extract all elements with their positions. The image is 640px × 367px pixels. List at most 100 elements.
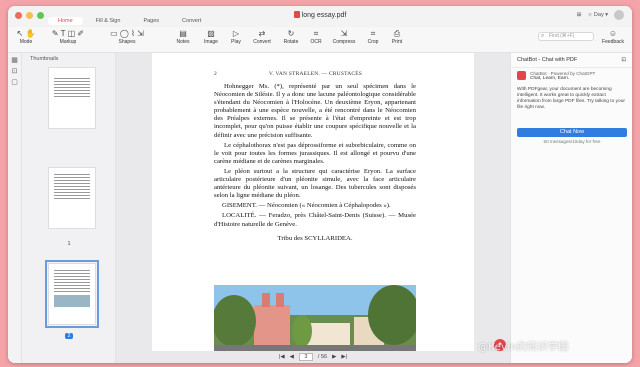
localite-line: LOCALITÉ. — Feradzo, près Châtel-Saint-D…: [214, 212, 416, 228]
search-placeholder: Find (⌘+F): [549, 33, 575, 39]
pdf-file-icon: [293, 11, 300, 18]
thumbnail-label: 2: [22, 333, 116, 339]
main-toolbar: ↖ ✋ Mode ✎ T ◫ ✐ Markup ▭ ◯ ⌇ ⇲ Shapes ▤ Not…: [8, 27, 632, 53]
markup-icons: ✎ T ◫ ✐: [51, 29, 85, 38]
rotate-icon: ↻: [287, 29, 295, 38]
note-icon: ▤: [179, 29, 187, 38]
crop-icon: ⌗: [370, 29, 376, 38]
first-page-button[interactable]: |◀: [279, 354, 285, 360]
page-total: / 56: [317, 354, 328, 360]
markup-tool[interactable]: ✎ T ◫ ✐ Markup: [48, 29, 88, 45]
gisement-line: GISEMENT. — Néocomien (« Néocomien à Cép…: [222, 202, 391, 210]
chatbot-panel: ChatBot - Chat with PDF ⊡ ChatBot · Powe…: [510, 53, 632, 363]
window-title-text: long essay.pdf: [301, 12, 347, 19]
left-icon-strip: ▦ ⊡ ▢: [8, 53, 22, 363]
sun-icon: ☼: [587, 12, 593, 18]
page-header: 2 V. VAN STRAELEN. — CRUSTACÉS: [214, 71, 414, 77]
print-label: Print: [391, 39, 403, 45]
thumbnails-icon[interactable]: ▦: [11, 57, 18, 64]
thumbnails-header: Thumbnails: [30, 56, 59, 62]
shapes-tool[interactable]: ▭ ◯ ⌇ ⇲ Shapes: [106, 29, 148, 45]
paragraph: Le céphalothorax n'est pas déprossiforme…: [214, 141, 416, 165]
ocr-button[interactable]: ⌗ OCR: [306, 29, 326, 45]
print-icon: ⎙: [393, 29, 401, 38]
title-bar: long essay.pdf Home Fill & Sign Pages Co…: [8, 6, 632, 27]
compress-label: Compress: [332, 39, 356, 45]
rotate-button[interactable]: ↻ Rotate: [280, 29, 302, 45]
current-page-badge: 2: [65, 333, 73, 339]
rotate-label: Rotate: [283, 39, 299, 45]
theme-selector[interactable]: ☼ Day ▾: [587, 12, 608, 18]
thumbnail-page[interactable]: [48, 167, 96, 229]
title-bar-right: ⊞ ☼ Day ▾: [577, 10, 624, 20]
thumbnail-page[interactable]: [48, 67, 96, 129]
markup-label: Markup: [59, 39, 77, 45]
convert-label: Convert: [253, 39, 271, 45]
ribbon-tabs: Home Fill & Sign Pages Convert: [48, 17, 211, 25]
tab-convert[interactable]: Convert: [172, 17, 211, 25]
chat-quota: 50 messages/10day for free: [543, 139, 601, 144]
tab-home[interactable]: Home: [48, 17, 83, 25]
paragraph: Hohnegger Ms. (*), représenté par un seu…: [214, 83, 416, 139]
crop-label: Crop: [367, 39, 379, 45]
embedded-photo: [214, 285, 416, 351]
page-number: 2: [214, 71, 217, 77]
play-button[interactable]: ▷ Play: [226, 29, 246, 45]
running-head: V. VAN STRAELEN. — CRUSTACÉS: [268, 71, 363, 77]
feedback-button[interactable]: ☺ Feedback: [598, 29, 628, 45]
mode-label: Mode: [19, 39, 33, 45]
compress-button[interactable]: ⇲ Compress: [330, 29, 358, 45]
feedback-label: Feedback: [602, 39, 624, 45]
next-page-button[interactable]: ▶: [332, 354, 336, 360]
page-navigation: |◀ ◀ 3 / 56 ▶ ▶|: [116, 351, 510, 363]
last-page-button[interactable]: ▶|: [341, 354, 347, 360]
shapes-label: Shapes: [118, 39, 136, 45]
document-viewer[interactable]: 2 V. VAN STRAELEN. — CRUSTACÉS Hohnegger…: [116, 53, 510, 363]
convert-button[interactable]: ⇄ Convert: [250, 29, 274, 45]
play-icon: ▷: [232, 29, 240, 38]
notes-label: Notes: [176, 39, 190, 45]
notes-button[interactable]: ▤ Notes: [172, 29, 194, 45]
image-icon: ▨: [207, 29, 215, 38]
chat-header-title: ChatBot - Chat with PDF: [517, 57, 578, 63]
theme-label: Day: [593, 12, 604, 18]
image-button[interactable]: ▨ Image: [200, 29, 222, 45]
thumbnail-label: 1: [67, 241, 71, 247]
comment-icon[interactable]: ▢: [11, 79, 18, 86]
mode-tool[interactable]: ↖ ✋ Mode: [12, 29, 40, 45]
page-number-input[interactable]: 3: [298, 353, 313, 361]
ocr-icon: ⌗: [313, 29, 319, 38]
search-icon: ⌕: [541, 33, 545, 39]
grid-icon[interactable]: ⊞: [577, 12, 582, 18]
bookmark-icon[interactable]: ⊡: [11, 68, 18, 75]
prev-page-button[interactable]: ◀: [290, 354, 294, 360]
bot-tagline: Chat, Learn, Earn.: [530, 76, 570, 81]
compress-icon: ⇲: [340, 29, 348, 38]
thumbnail-page-selected[interactable]: [45, 260, 99, 328]
chat-header: ChatBot - Chat with PDF ⊡: [511, 53, 632, 68]
bot-intro: ChatBot · Powered by ChatGPT Chat, Learn…: [517, 71, 595, 81]
section-title: Tribu des SCYLLARIDEA.: [277, 234, 353, 242]
city-photo: [214, 285, 416, 351]
app-window: long essay.pdf Home Fill & Sign Pages Co…: [8, 6, 632, 363]
cursor-icon: ↖ ✋: [16, 29, 36, 38]
tab-pages[interactable]: Pages: [133, 17, 169, 25]
search-input[interactable]: ⌕ Find (⌘+F): [538, 32, 594, 41]
feedback-icon: ☺: [608, 29, 618, 38]
page-body: Hohnegger Ms. (*), représenté par un seu…: [214, 83, 416, 245]
thumbnail-photo: [54, 295, 90, 307]
crop-button[interactable]: ⌗ Crop: [364, 29, 382, 45]
avatar[interactable]: [614, 10, 624, 20]
convert-icon: ⇄: [258, 29, 266, 38]
watermark: @Kevin的知识学园: [478, 342, 569, 353]
tab-fill-sign[interactable]: Fill & Sign: [86, 17, 131, 25]
close-panel-icon[interactable]: ⊡: [621, 57, 626, 63]
play-label: Play: [231, 39, 241, 45]
thumbnails-panel: Thumbnails 1 2: [22, 53, 124, 363]
image-label: Image: [204, 39, 218, 45]
paragraph: Le pléon surtout a la structure qui cara…: [214, 167, 416, 200]
shapes-icons: ▭ ◯ ⌇ ⇲: [110, 29, 144, 38]
ocr-label: OCR: [310, 39, 322, 45]
print-button[interactable]: ⎙ Print: [388, 29, 406, 45]
chat-now-button[interactable]: Chat Now: [517, 128, 627, 137]
